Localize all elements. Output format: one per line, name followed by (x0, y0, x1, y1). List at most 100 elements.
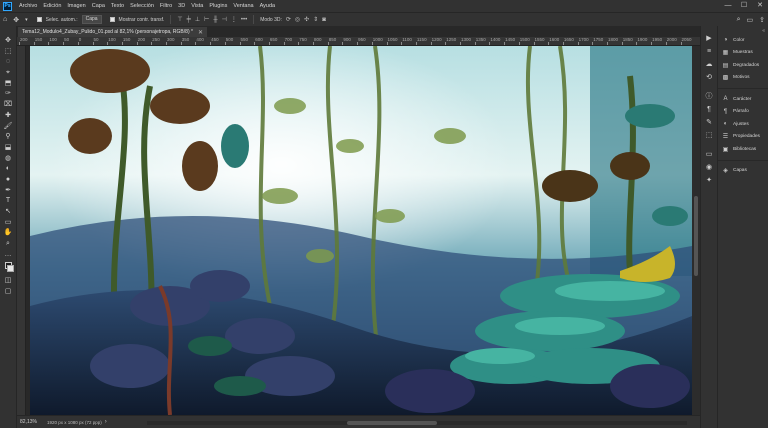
panel-gradients[interactable]: ▤ Degradados (718, 59, 768, 72)
more-options-icon[interactable]: ••• (239, 17, 249, 23)
menu-3d[interactable]: 3D (175, 0, 188, 12)
menu-texto[interactable]: Texto (108, 0, 127, 12)
document-info[interactable]: 1920 px x 1080 px (72 ppp) (41, 420, 102, 425)
menu-imagen[interactable]: Imagen (64, 0, 88, 12)
show-transform-checkbox[interactable] (109, 17, 115, 22)
photoshop-logo[interactable]: Ps (3, 1, 12, 11)
screen-mode-icon[interactable]: ▢ (5, 287, 12, 298)
panel-libraries[interactable]: ▣ Bibliotecas (718, 143, 768, 156)
close-window-button[interactable]: ✕ (752, 0, 768, 12)
align-bottom-icon[interactable]: ⊥ (193, 16, 202, 23)
menu-vista[interactable]: Vista (188, 0, 206, 12)
pen-tool-icon[interactable]: ✒ (5, 186, 11, 197)
home-icon[interactable]: ⌂ (0, 16, 10, 23)
panel-swatches[interactable]: ▦ Muestras (718, 47, 768, 60)
stamp-tool-icon[interactable]: ⚲ (5, 132, 10, 143)
move-tool-icon[interactable]: ✥ (5, 36, 11, 47)
chevron-down-icon[interactable]: ▾ (22, 17, 31, 23)
brush-tool-icon[interactable]: 🖌 (4, 122, 13, 133)
panel-character[interactable]: A Carácter (718, 93, 768, 106)
menu-archivo[interactable]: Archivo (16, 0, 40, 12)
menu-ayuda[interactable]: Ayuda (257, 0, 279, 12)
artwork-canvas[interactable] (30, 46, 692, 415)
menu-edicion[interactable]: Edición (40, 0, 64, 12)
menu-seleccion[interactable]: Selección (127, 0, 157, 12)
search-icon[interactable]: ⌕ (734, 16, 744, 24)
horizontal-scrollbar[interactable] (147, 421, 687, 425)
history-brush-tool-icon[interactable]: ⬓ (5, 143, 12, 154)
align-vcenter-icon[interactable]: ╪ (185, 17, 193, 23)
panel-paragraph[interactable]: ¶ Párrafo (718, 106, 768, 119)
maximize-button[interactable]: ☐ (736, 0, 752, 12)
share-icon[interactable]: ⇪ (756, 16, 768, 24)
play-icon[interactable]: ▶ (706, 32, 711, 45)
vertical-scrollbar-thumb[interactable] (694, 196, 698, 276)
clone-source-icon[interactable]: ⬚ (706, 129, 713, 142)
menu-plugins[interactable]: Plugins (206, 0, 230, 12)
workspace-icon[interactable]: ▭ (744, 16, 757, 24)
document-tab[interactable]: Tema12_Modulo4_Zubay_Pulido_01.psd al 82… (18, 27, 207, 37)
channels-icon[interactable]: ▭ (706, 148, 713, 161)
actions-icon[interactable]: ≡ (707, 45, 711, 58)
rotate-3d-icon[interactable]: ⟳ (284, 16, 293, 23)
background-color-swatch[interactable] (7, 265, 14, 273)
cloud-icon[interactable]: ☁ (706, 58, 713, 71)
align-right-icon[interactable]: ⊣ (220, 16, 229, 23)
blur-tool-icon[interactable]: ● (6, 175, 10, 186)
lasso-tool-icon[interactable]: ◌ (6, 57, 10, 68)
vertical-scrollbar[interactable] (692, 46, 700, 415)
marquee-tool-icon[interactable]: ⬚ (5, 47, 12, 58)
quick-select-tool-icon[interactable]: ⌖ (6, 68, 10, 79)
slide-3d-icon[interactable]: ⇕ (311, 16, 320, 23)
paths-icon[interactable]: ◉ (706, 161, 712, 174)
align-top-icon[interactable]: ⊤ (175, 16, 184, 23)
brush-settings-icon[interactable]: ✎ (706, 116, 712, 129)
menu-ventana[interactable]: Ventana (230, 0, 256, 12)
align-hcenter-icon[interactable]: ╫ (211, 17, 219, 23)
roll-3d-icon[interactable]: ◎ (293, 16, 302, 23)
panel-patterns[interactable]: ▩ Motivos (718, 72, 768, 85)
canvas-area[interactable] (26, 46, 700, 415)
panel-adjustments[interactable]: ◐ Ajustes (718, 118, 768, 131)
paragraph-style-icon[interactable]: ¶ (707, 103, 711, 116)
chevron-right-icon[interactable]: › (102, 419, 107, 425)
info-icon[interactable]: ⓘ (706, 90, 713, 103)
path-select-tool-icon[interactable]: ↖ (5, 207, 11, 218)
close-icon[interactable]: ✕ (198, 29, 203, 36)
ruler-tick-mark (430, 42, 432, 45)
healing-tool-icon[interactable]: ✚ (5, 111, 11, 122)
camera-3d-icon[interactable]: ◙ (320, 17, 328, 23)
horizontal-ruler[interactable]: 200 150 100 50 0 50 100 150 200 250 300 350 400 450 50… (17, 37, 700, 46)
panel-color[interactable]: ◑ Color (718, 34, 768, 47)
history-icon[interactable]: ⟲ (706, 71, 712, 84)
glyphs-icon[interactable]: ✦ (706, 174, 712, 187)
eraser-tool-icon[interactable]: ◍ (5, 154, 11, 165)
menu-filtro[interactable]: Filtro (157, 0, 175, 12)
gradient-tool-icon[interactable]: ◐ (6, 164, 10, 175)
distribute-icon[interactable]: ⋮ (229, 16, 239, 23)
crop-tool-icon[interactable]: ⬒ (5, 79, 12, 90)
horizontal-scrollbar-thumb[interactable] (347, 421, 437, 425)
align-left-icon[interactable]: ⊢ (202, 16, 211, 23)
eyedropper-tool-icon[interactable]: ⌧ (4, 100, 12, 111)
vertical-ruler[interactable] (17, 46, 26, 415)
type-tool-icon[interactable]: T (6, 196, 10, 207)
ruler-tick-mark (92, 42, 94, 45)
zoom-level[interactable]: 82,13% (17, 419, 41, 425)
panel-layers[interactable]: ◈ Capas (718, 165, 768, 178)
autoselect-checkbox[interactable] (36, 17, 42, 22)
hand-tool-icon[interactable]: ✋ (4, 228, 13, 239)
shape-tool-icon[interactable]: ▭ (5, 218, 12, 229)
minimize-button[interactable]: — (720, 0, 736, 12)
ruler-tick-mark (680, 42, 682, 45)
drag-3d-icon[interactable]: ✣ (302, 16, 311, 23)
quick-mask-icon[interactable]: ◫ (5, 276, 12, 287)
menu-capa[interactable]: Capa (89, 0, 108, 12)
autoselect-dropdown[interactable]: Capa (81, 15, 102, 24)
collapse-panels-icon[interactable]: « (762, 28, 765, 34)
more-tools-icon[interactable]: … (5, 250, 12, 261)
zoom-tool-icon[interactable]: ⌕ (6, 239, 10, 250)
panel-properties[interactable]: ☰ Propiedades (718, 131, 768, 144)
move-tool-icon[interactable]: ✥ (10, 16, 22, 24)
frame-tool-icon[interactable]: ✑ (5, 89, 11, 100)
